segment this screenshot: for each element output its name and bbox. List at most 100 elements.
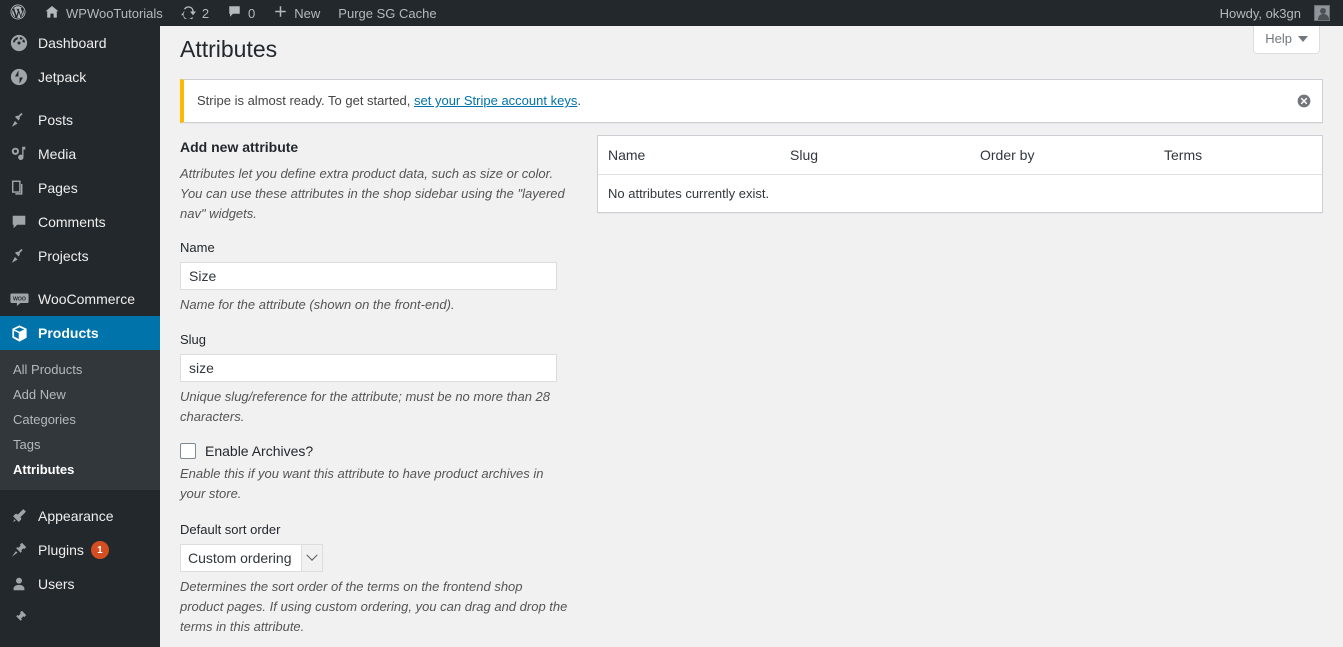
sidebar-item-label: Products: [38, 325, 99, 341]
admin-sidebar-menu: Dashboard Jetpack Posts Media Pages Comm…: [0, 26, 160, 647]
wp-logo-menu[interactable]: [0, 0, 35, 26]
plugins-update-badge: 1: [90, 541, 109, 559]
sidebar-item-label: Pages: [38, 180, 78, 196]
sidebar-item-tools-partial[interactable]: [0, 601, 160, 635]
stripe-notice: Stripe is almost ready. To get started, …: [180, 79, 1323, 123]
sidebar-item-woocommerce[interactable]: WOO WooCommerce: [0, 282, 160, 316]
submenu-item-tags[interactable]: Tags: [0, 432, 160, 457]
svg-text:WOO: WOO: [13, 296, 26, 302]
column-header-terms[interactable]: Terms: [1154, 136, 1322, 175]
slug-field-description: Unique slug/reference for the attribute;…: [180, 389, 550, 425]
purge-cache-label: Purge SG Cache: [338, 5, 437, 21]
sort-order-select[interactable]: Custom ordering: [180, 543, 323, 572]
sidebar-item-dashboard[interactable]: Dashboard: [0, 26, 160, 60]
slug-field-label: Slug: [180, 331, 207, 347]
enable-archives-label: Enable Archives?: [205, 443, 314, 460]
new-content-menu[interactable]: New: [264, 0, 329, 26]
stripe-keys-link[interactable]: set your Stripe account keys: [414, 93, 577, 108]
howdy-label: Howdy, ok3gn: [1219, 5, 1301, 21]
column-header-name[interactable]: Name: [598, 136, 780, 175]
sidebar-item-label: WooCommerce: [38, 291, 135, 307]
sidebar-item-jetpack[interactable]: Jetpack: [0, 60, 160, 94]
sidebar-item-plugins[interactable]: Plugins 1: [0, 533, 160, 567]
sidebar-item-pages[interactable]: Pages: [0, 171, 160, 205]
products-submenu: All Products Add New Categories Tags Att…: [0, 350, 160, 490]
column-header-order-by[interactable]: Order by: [970, 136, 1154, 175]
sidebar-item-label: Comments: [38, 214, 106, 230]
updates-count: 2: [201, 5, 210, 21]
dismiss-circle-icon[interactable]: [1296, 93, 1312, 109]
menu-separator: [0, 273, 160, 282]
sidebar-item-users[interactable]: Users: [0, 567, 160, 601]
attributes-table-wrap: Name Slug Order by Terms No attributes c…: [597, 134, 1323, 213]
table-header-row: Name Slug Order by Terms: [598, 136, 1322, 175]
plus-icon: [273, 4, 288, 22]
table-body: No attributes currently exist.: [598, 174, 1322, 212]
sort-order-label: Default sort order: [180, 521, 281, 537]
table-head: Name Slug Order by Terms: [598, 136, 1322, 175]
menu-separator: [0, 94, 160, 103]
pages-icon: [9, 178, 29, 198]
sidebar-item-label: Media: [38, 146, 77, 162]
form-heading: Add new attribute: [180, 138, 299, 155]
name-field-label: Name: [180, 239, 215, 255]
update-icon: [180, 4, 196, 22]
submenu-item-attributes[interactable]: Attributes: [0, 457, 160, 482]
comment-icon: [9, 212, 29, 232]
sidebar-item-label: Appearance: [38, 508, 114, 524]
chevron-down-icon: [1298, 35, 1308, 42]
purge-cache-menu[interactable]: Purge SG Cache: [329, 0, 445, 26]
help-label: Help: [1265, 31, 1292, 46]
my-account-menu[interactable]: Howdy, ok3gn: [1211, 0, 1339, 26]
table-row: No attributes currently exist.: [598, 174, 1322, 212]
sidebar-item-posts[interactable]: Posts: [0, 103, 160, 137]
archives-field-description: Enable this if you want this attribute t…: [180, 466, 544, 502]
submenu-item-add-new[interactable]: Add New: [0, 382, 160, 407]
dashboard-icon: [9, 33, 29, 53]
sidebar-item-media[interactable]: Media: [0, 137, 160, 171]
users-icon: [9, 574, 29, 594]
sidebar-item-label: Projects: [38, 248, 89, 264]
sidebar-item-label: Dashboard: [38, 35, 107, 51]
media-icon: [9, 144, 29, 164]
sidebar-item-products[interactable]: Products: [0, 316, 160, 350]
jetpack-icon: [9, 67, 29, 87]
wordpress-logo-icon: [9, 3, 27, 24]
sidebar-item-appearance[interactable]: Appearance: [0, 499, 160, 533]
comments-count: 0: [248, 5, 256, 21]
comment-bubble-icon: [227, 4, 242, 22]
attributes-body: Add new attribute Attributes let you def…: [160, 123, 1343, 647]
site-name-label: WPWooTutorials: [66, 5, 163, 21]
form-description: Attributes let you define extra product …: [180, 166, 565, 222]
attributes-table: Name Slug Order by Terms No attributes c…: [597, 134, 1323, 213]
attribute-slug-input[interactable]: [180, 354, 557, 383]
plugins-plug-icon: [9, 540, 29, 560]
admin-content-area: Help Attributes Stripe is almost ready. …: [160, 26, 1343, 647]
empty-state-message: No attributes currently exist.: [598, 174, 1322, 212]
products-box-icon: [9, 323, 29, 343]
pin-icon: [9, 246, 29, 266]
enable-archives-row: Enable Archives?: [180, 443, 568, 460]
submenu-item-all-products[interactable]: All Products: [0, 357, 160, 382]
site-name-menu[interactable]: WPWooTutorials: [35, 0, 172, 26]
notice-text-after: .: [577, 93, 581, 108]
comments-menu[interactable]: 0: [218, 0, 264, 26]
sidebar-item-projects[interactable]: Projects: [0, 239, 160, 273]
sort-order-description: Determines the sort order of the terms o…: [180, 578, 568, 635]
notice-text-before: Stripe is almost ready. To get started,: [197, 93, 415, 108]
attribute-name-input[interactable]: [180, 261, 557, 290]
sort-order-select-wrap: Custom ordering: [180, 543, 323, 572]
help-tab-button[interactable]: Help: [1253, 26, 1320, 54]
updates-menu[interactable]: 2: [172, 0, 218, 26]
new-label: New: [294, 5, 321, 21]
page-title: Attributes: [180, 36, 278, 62]
tools-icon: [9, 608, 29, 628]
column-header-slug[interactable]: Slug: [780, 136, 970, 175]
submenu-item-categories[interactable]: Categories: [0, 407, 160, 432]
sidebar-item-label: Users: [38, 576, 75, 592]
avatar: [1314, 5, 1330, 21]
enable-archives-checkbox[interactable]: [180, 443, 196, 460]
admin-bar: WPWooTutorials 2 0 New Purge SG Cache Ho…: [0, 0, 1343, 26]
sidebar-item-comments[interactable]: Comments: [0, 205, 160, 239]
sidebar-item-label: Posts: [38, 112, 74, 128]
